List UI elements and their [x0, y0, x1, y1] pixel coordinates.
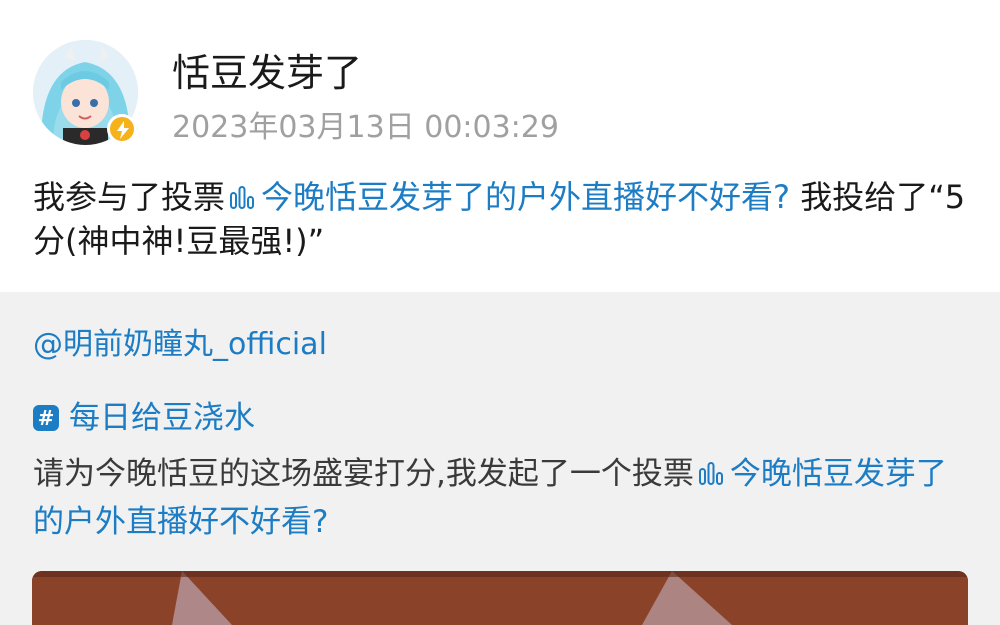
username[interactable]: 恬豆发芽了: [172, 42, 362, 97]
topic-text: 每日给豆浇水: [69, 400, 255, 436]
lightning-badge-icon: [107, 114, 137, 144]
post-header: 恬豆发芽了 2023年03月13日 00:03:29: [0, 0, 1000, 160]
vote-link-text: 今晚恬豆发芽了的户外直播好不好看?: [261, 178, 791, 216]
post-text: 我参与了投票 今晚恬豆发芽了的户外直播好不好看? 我投给了“5分(神中神!豆最强!…: [33, 175, 973, 263]
hashtag-icon: #: [33, 405, 59, 431]
repost-mention[interactable]: @明前奶瞳丸_official: [33, 319, 327, 363]
repost-text-prefix: 请为今晚恬豆的这场盛宴打分,我发起了一个投票: [33, 456, 694, 492]
repost-text: 请为今晚恬豆的这场盛宴打分,我发起了一个投票 今晚恬豆发芽了的户外直播好不好看?: [33, 450, 973, 546]
topic-link[interactable]: # 每日给豆浇水: [33, 392, 255, 437]
repost-card[interactable]: @明前奶瞳丸_official # 每日给豆浇水 请为今晚恬豆的这场盛宴打分,我发…: [0, 292, 1000, 625]
post-timestamp: 2023年03月13日 00:03:29: [172, 110, 559, 145]
avatar[interactable]: [33, 40, 138, 145]
vote-bars-icon: [230, 186, 255, 209]
post-text-prefix: 我参与了投票: [33, 178, 226, 216]
vote-link[interactable]: 今晚恬豆发芽了的户外直播好不好看?: [225, 178, 790, 216]
repost-media-image[interactable]: [32, 571, 968, 625]
vote-bars-icon: [698, 462, 723, 485]
